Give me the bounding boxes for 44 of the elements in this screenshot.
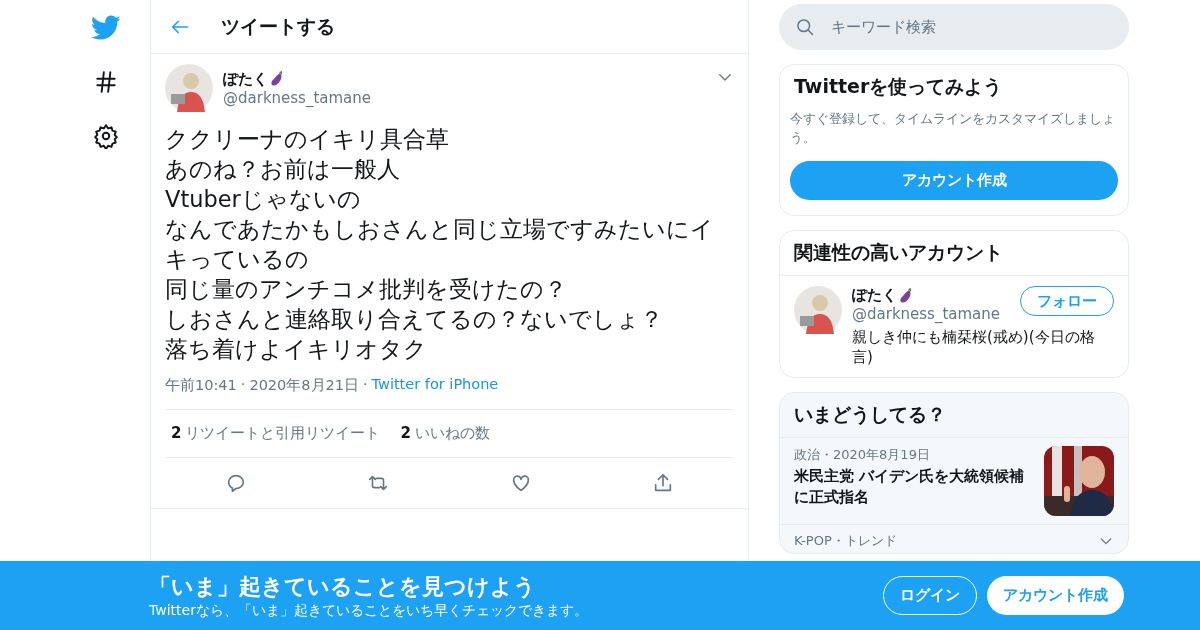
- tweet-text-line: あのね？お前は一般人: [165, 155, 401, 184]
- search-field[interactable]: キーワード検索: [829, 17, 1109, 37]
- account-name: ぽたく: [852, 286, 897, 305]
- news-headline: 米民主党 バイデン氏を大統領候補に正式指名: [794, 466, 1026, 508]
- trend-item[interactable]: K-POP・トレンド: [780, 524, 1128, 553]
- login-button[interactable]: ログイン: [883, 576, 977, 615]
- search-icon: [795, 17, 815, 37]
- create-account-button[interactable]: アカウント作成: [987, 576, 1124, 615]
- account-handle: @darkness_tamane: [852, 305, 1002, 323]
- banner-subtitle: Twitterなら、「いま」起きていることをいち早くチェックできます。: [149, 601, 589, 620]
- avatar: [165, 64, 213, 112]
- page-title: ツイートする: [221, 13, 335, 39]
- engagement-stat[interactable]: 2 リツイートと引用リツイート: [171, 424, 381, 443]
- tweet-text-line: ククリーナのイキリ具合草: [165, 125, 450, 154]
- author-handle: @darkness_tamane: [223, 88, 373, 107]
- card-text: 今すぐ登録して、タイムラインをカスタマイズしましょう。: [789, 110, 1116, 147]
- tweet-text-line: なんであたかもしおさんと同じ立場ですみたいにイキっているの: [165, 215, 715, 274]
- avatar: [794, 286, 842, 334]
- tweet-date: 2020年8月21日: [249, 376, 359, 395]
- news-meta: 政治・2020年8月19日: [794, 446, 931, 464]
- tweet-text-line: しおさんと連絡取り合えてるの？ないでしょ？: [165, 305, 664, 334]
- news-item[interactable]: 政治・2020年8月19日 米民主党 バイデン氏を大統領候補に正式指名: [780, 437, 1128, 524]
- tweet-text-line: 落ち着けよイキリオタク: [165, 335, 428, 364]
- account-bio: 親しき仲にも楠栞桜(戒め)(今日の格言): [852, 327, 1096, 367]
- source-link[interactable]: Twitter for iPhone: [371, 376, 499, 395]
- card-title: Twitterを使ってみよう: [793, 74, 1004, 99]
- tweet-text-line: Vtuberじゃないの: [165, 185, 362, 214]
- trend-meta: K-POP・トレンド: [794, 532, 898, 550]
- engagement-stat[interactable]: 2 いいねの数: [400, 424, 490, 443]
- search-bar[interactable]: キーワード検索: [779, 4, 1129, 50]
- eggplant-icon: [270, 71, 284, 87]
- create-account-button[interactable]: アカウント作成: [790, 161, 1118, 200]
- card-title: いまどうしてる？: [793, 402, 947, 427]
- gear-icon: [93, 123, 119, 149]
- follow-button[interactable]: フォロー: [1020, 286, 1114, 316]
- author-name: ぽたく: [223, 69, 268, 89]
- card-title: 関連性の高いアカウント: [793, 240, 1004, 265]
- banner-title: 「いま」起きていることを見つけよう: [149, 572, 537, 601]
- tweet-text-line: 同じ量のアンチコメ批判を受けたの？: [165, 275, 568, 304]
- separator-dot: ·: [363, 376, 368, 394]
- separator-dot: ·: [240, 376, 246, 394]
- tweet-time: 午前10:41: [165, 376, 237, 395]
- eggplant-icon: [899, 287, 913, 304]
- hash-drawing: [93, 69, 119, 95]
